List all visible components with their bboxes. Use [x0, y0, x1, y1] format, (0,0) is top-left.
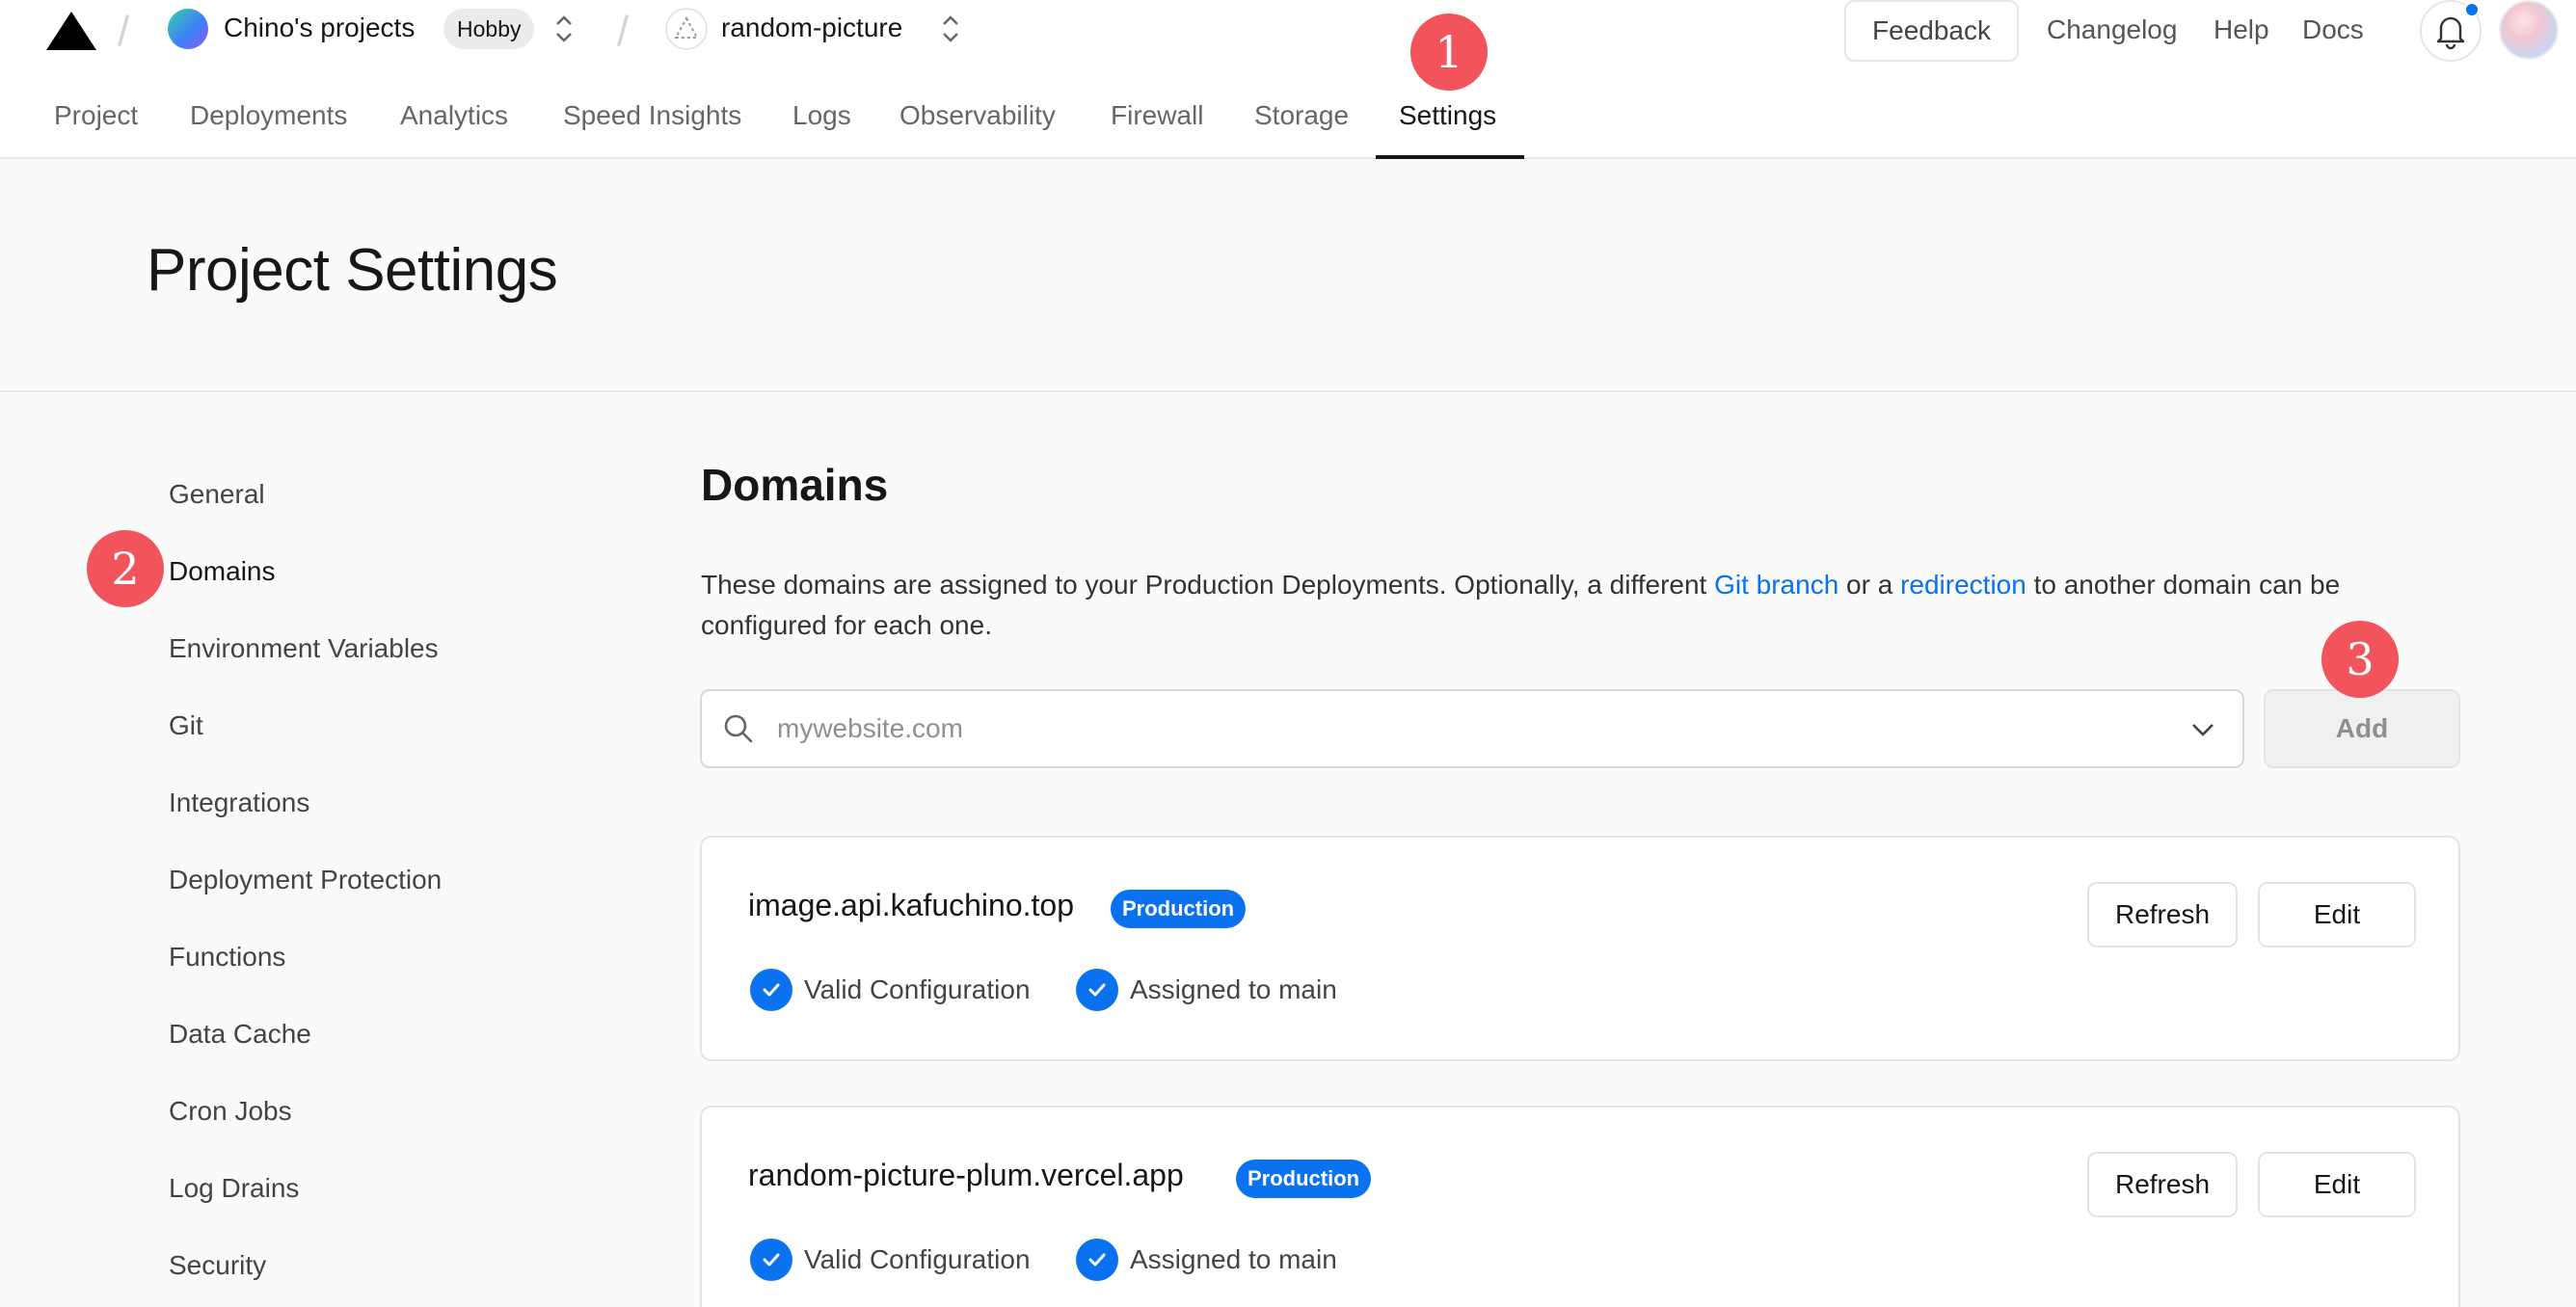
desc-text: or a [1838, 570, 1901, 600]
git-branch-link[interactable]: Git branch [1714, 570, 1838, 600]
sidebar-item-log-drains[interactable]: Log Drains [169, 1173, 299, 1204]
project-name[interactable]: random-picture [721, 13, 902, 43]
user-avatar[interactable] [2499, 0, 2559, 60]
domain-name[interactable]: random-picture-plum.vercel.app [748, 1158, 1184, 1193]
sidebar-item-data-cache[interactable]: Data Cache [169, 1019, 311, 1050]
domains-description: These domains are assigned to your Produ… [701, 565, 2427, 646]
page-title: Project Settings [147, 237, 558, 304]
refresh-button[interactable]: Refresh [2087, 1152, 2238, 1217]
check-circle-icon [1076, 1239, 1118, 1281]
domain-name[interactable]: image.api.kafuchino.top [748, 888, 1074, 923]
sidebar-item-functions[interactable]: Functions [169, 942, 285, 973]
sidebar-item-general[interactable]: General [169, 479, 265, 510]
refresh-button[interactable]: Refresh [2087, 882, 2238, 947]
sidebar-item-integrations[interactable]: Integrations [169, 787, 309, 818]
tab-project[interactable]: Project [54, 100, 138, 131]
vercel-logo-icon[interactable] [44, 10, 98, 52]
search-icon [724, 714, 753, 743]
redirection-link[interactable]: redirection [1900, 570, 2026, 600]
tab-storage[interactable]: Storage [1254, 100, 1349, 131]
tab-settings[interactable]: Settings [1399, 100, 1496, 131]
add-domain-button[interactable]: Add [2264, 689, 2460, 768]
edit-button[interactable]: Edit [2258, 882, 2416, 947]
notification-dot [2464, 2, 2480, 17]
check-circle-icon [750, 969, 792, 1011]
team-avatar[interactable] [168, 9, 208, 49]
domains-section-title: Domains [701, 460, 889, 510]
tab-logs[interactable]: Logs [792, 100, 851, 131]
breadcrumb-separator: / [617, 8, 630, 55]
sidebar-item-deployment-protection[interactable]: Deployment Protection [169, 865, 442, 895]
plan-badge: Hobby [443, 9, 535, 49]
production-badge: Production [1236, 1160, 1372, 1198]
team-name[interactable]: Chino's projects [224, 13, 415, 43]
edit-button[interactable]: Edit [2258, 1152, 2416, 1217]
domain-card: random-picture-plum.vercel.app Productio… [700, 1106, 2460, 1307]
annotation-marker-2: 2 [87, 530, 164, 607]
tab-deployments[interactable]: Deployments [190, 100, 347, 131]
changelog-link[interactable]: Changelog [2047, 14, 2177, 45]
status-text: Valid Configuration [804, 974, 1031, 1004]
status-assigned-branch: Assigned to main [1076, 1239, 1337, 1281]
status-text: Assigned to main [1130, 974, 1337, 1004]
sidebar-item-environment-variables[interactable]: Environment Variables [169, 633, 439, 664]
team-switcher-chevron-icon[interactable] [553, 13, 575, 45]
docs-link[interactable]: Docs [2302, 14, 2364, 45]
check-circle-icon [750, 1239, 792, 1281]
sidebar-item-git[interactable]: Git [169, 710, 203, 741]
production-badge: Production [1111, 890, 1247, 928]
check-circle-icon [1076, 969, 1118, 1011]
status-assigned-branch: Assigned to main [1076, 969, 1337, 1011]
tab-observability[interactable]: Observability [899, 100, 1056, 131]
chevron-down-icon[interactable] [2188, 715, 2217, 744]
tab-firewall[interactable]: Firewall [1111, 100, 1203, 131]
sidebar-item-cron-jobs[interactable]: Cron Jobs [169, 1096, 292, 1127]
status-valid-configuration: Valid Configuration [750, 1239, 1031, 1281]
annotation-marker-3: 3 [2321, 621, 2399, 698]
tab-analytics[interactable]: Analytics [400, 100, 508, 131]
status-text: Valid Configuration [804, 1244, 1031, 1274]
breadcrumb-separator: / [118, 8, 130, 55]
desc-text: These domains are assigned to your Produ… [701, 570, 1715, 600]
status-valid-configuration: Valid Configuration [750, 969, 1031, 1011]
annotation-marker-1: 1 [1410, 13, 1488, 91]
sidebar-item-domains[interactable]: Domains [169, 556, 275, 587]
help-link[interactable]: Help [2214, 14, 2269, 45]
status-text: Assigned to main [1130, 1244, 1337, 1274]
domain-input[interactable] [777, 702, 2156, 756]
top-header: / Chino's projects Hobby / random-pictur… [0, 0, 2576, 159]
project-switcher-chevron-icon[interactable] [940, 13, 961, 45]
feedback-button[interactable]: Feedback [1844, 0, 2019, 62]
project-icon [665, 8, 708, 50]
sidebar-item-security[interactable]: Security [169, 1250, 266, 1281]
domain-card: image.api.kafuchino.top Production Refre… [700, 836, 2460, 1061]
tab-speed-insights[interactable]: Speed Insights [563, 100, 741, 131]
